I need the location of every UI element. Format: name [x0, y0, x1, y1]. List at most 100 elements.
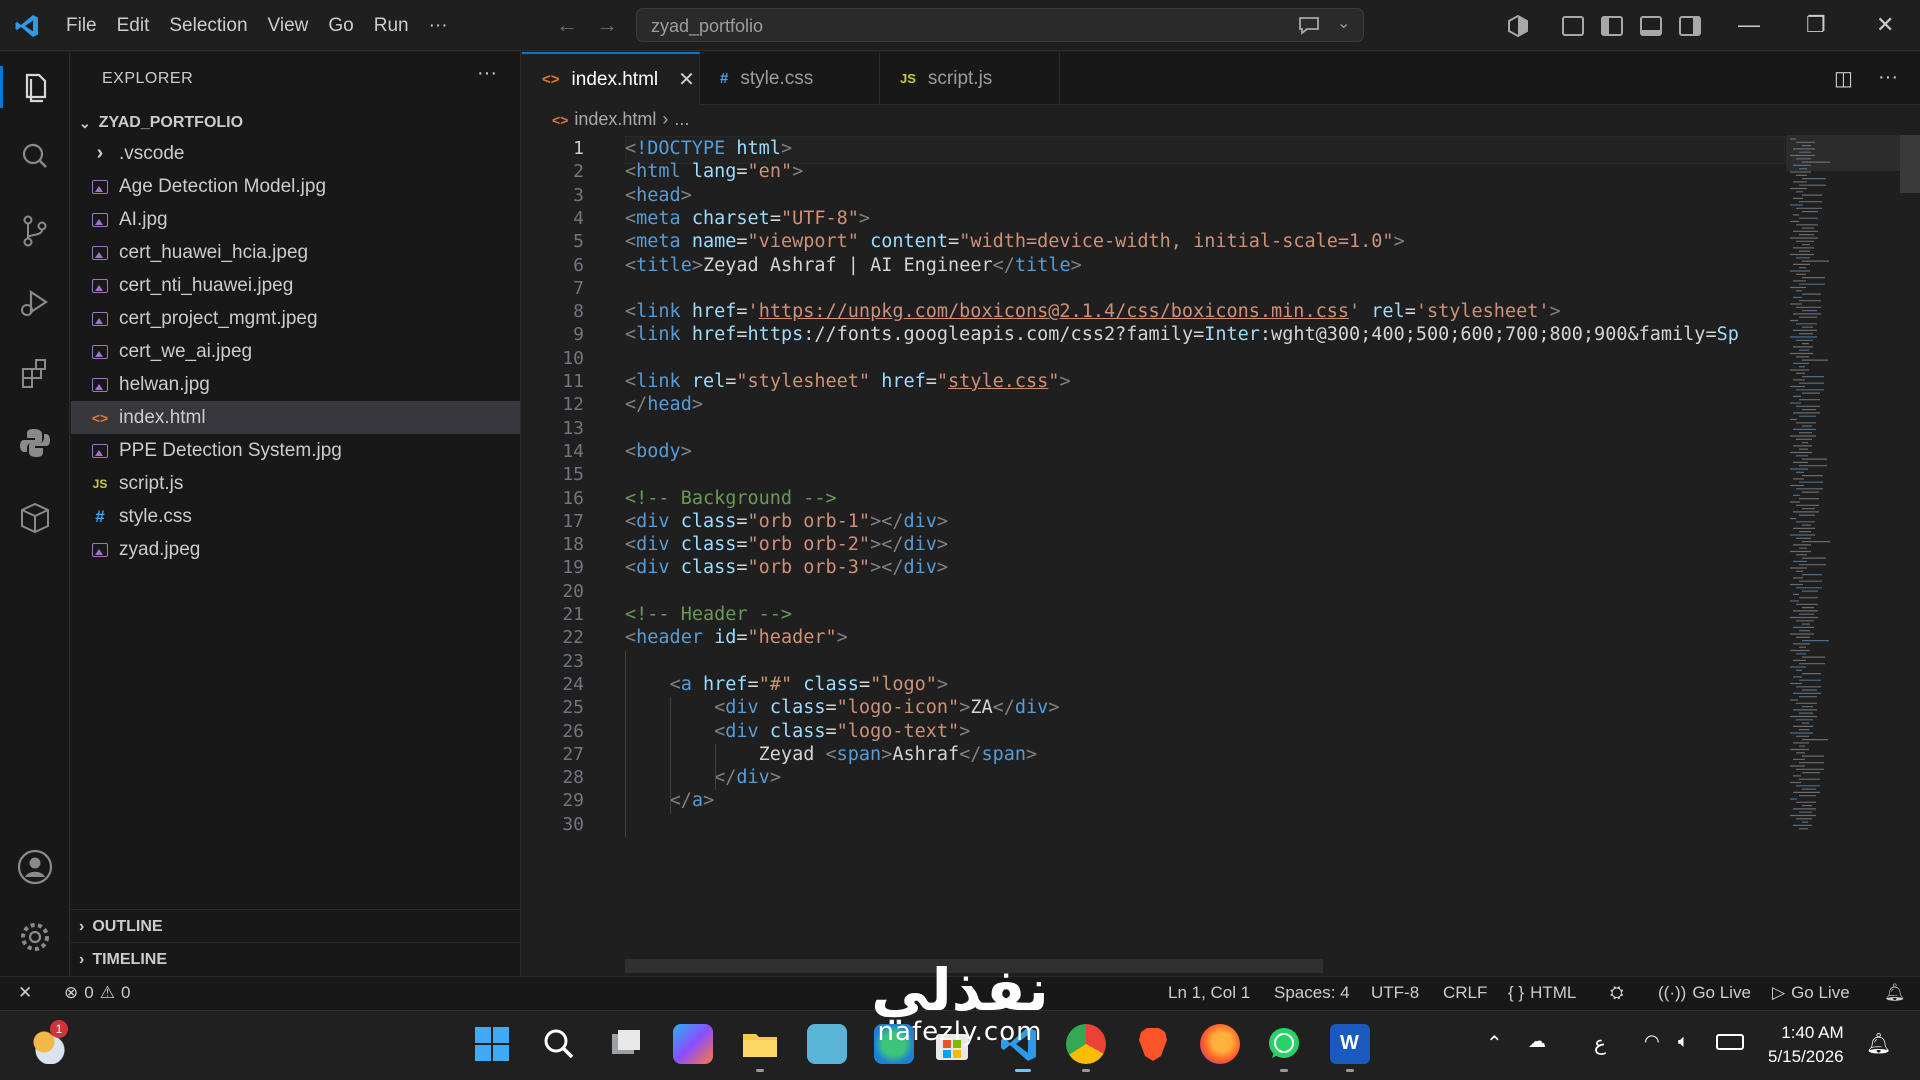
problems-indicator[interactable]: ⊗ 0 ⚠ 0 [64, 983, 130, 1003]
file-item[interactable]: <> index.html [71, 401, 520, 434]
split-editor-icon[interactable]: ◫ [1834, 66, 1853, 91]
volume-icon[interactable]: 🔈︎ [1678, 1031, 1689, 1052]
chat-icon[interactable] [1297, 15, 1323, 35]
battery-icon[interactable] [1716, 1034, 1744, 1050]
image-file-icon [91, 376, 109, 394]
remote-indicator-icon[interactable]: ✕ [18, 983, 32, 1003]
menu-item-more[interactable]: ··· [419, 15, 458, 37]
toggle-primary-sidebar-icon[interactable] [1601, 0, 1623, 51]
file-label: cert_project_mgmt.jpeg [119, 307, 318, 329]
scroll-thumb[interactable] [1900, 135, 1920, 193]
file-item[interactable]: # style.css [71, 500, 520, 533]
line-number: 18 [562, 534, 584, 556]
toggle-secondary-sidebar-icon[interactable] [1679, 0, 1701, 51]
end-of-line[interactable]: CRLF [1443, 983, 1487, 1003]
extensions-icon[interactable] [14, 352, 56, 394]
back-arrow-icon[interactable]: ← [556, 12, 578, 38]
tab-index-html[interactable]: <> index.html ✕ [522, 52, 700, 105]
menu-item-selection[interactable]: Selection [159, 15, 257, 37]
more-actions-icon[interactable]: ··· [477, 62, 497, 85]
brave-app-icon[interactable] [1133, 1024, 1173, 1064]
notification-center-icon[interactable]: 🔔︎ [1866, 1031, 1891, 1056]
notifications-bell-icon[interactable]: 🔔︎ [1884, 983, 1906, 1003]
windows-start-icon[interactable] [472, 1024, 512, 1064]
code-line: <!-- Header --> [625, 604, 793, 625]
tab-style-css[interactable]: # style.css [700, 52, 880, 105]
input-language-indicator[interactable]: ع [1594, 1031, 1606, 1056]
minimize-icon[interactable]: — [1738, 12, 1760, 38]
forward-arrow-icon[interactable]: → [596, 12, 618, 38]
chevron-right-icon: › [79, 918, 85, 935]
copilot-app-icon[interactable] [673, 1024, 713, 1064]
warning-icon: ⚠ [99, 983, 115, 1002]
breadcrumb-rest[interactable]: ... [674, 109, 689, 130]
task-view-icon[interactable] [606, 1024, 646, 1064]
go-live-button-1[interactable]: ((·)) Go Live [1658, 983, 1751, 1003]
menu-item-view[interactable]: View [258, 15, 319, 37]
file-item[interactable]: › .vscode [71, 137, 520, 170]
menu-item-file[interactable]: File [56, 15, 107, 37]
firefox-app-icon[interactable] [1200, 1024, 1240, 1064]
language-mode[interactable]: { } HTML [1508, 983, 1576, 1003]
tab-label: script.js [927, 67, 993, 89]
file-item[interactable]: cert_we_ai.jpeg [71, 335, 520, 368]
customize-layout-icon[interactable] [1562, 0, 1584, 51]
menu-item-edit[interactable]: Edit [107, 15, 160, 37]
remote-explorer-icon[interactable] [14, 496, 56, 538]
outline-section[interactable]: › OUTLINE [79, 912, 163, 942]
chevron-down-icon[interactable]: ⌄ [1337, 13, 1350, 33]
go-live-button-2[interactable]: ▷ Go Live [1772, 983, 1850, 1003]
file-item[interactable]: cert_huawei_hcia.jpeg [71, 236, 520, 269]
minimap[interactable] [1786, 135, 1900, 973]
explorer-icon[interactable] [0, 66, 56, 108]
search-icon[interactable] [539, 1024, 579, 1064]
indentation[interactable]: Spaces: 4 [1274, 983, 1350, 1003]
settings-gear-icon[interactable] [14, 916, 56, 958]
menu-item-go[interactable]: Go [318, 15, 363, 37]
encoding[interactable]: UTF-8 [1371, 983, 1419, 1003]
toggle-panel-icon[interactable] [1640, 0, 1662, 51]
search-icon[interactable] [14, 136, 56, 178]
timeline-section[interactable]: › TIMELINE [79, 945, 167, 975]
taskbar-clock[interactable]: 1:40 AM 5/15/2026 [1768, 1021, 1844, 1069]
file-item[interactable]: helwan.jpg [71, 368, 520, 401]
menu-item-run[interactable]: Run [364, 15, 419, 37]
chrome-app-icon[interactable] [1066, 1024, 1106, 1064]
show-hidden-icons-chevron-icon[interactable]: ⌃ [1486, 1031, 1503, 1056]
code-editor[interactable]: 1 <!DOCTYPE html> 2 <html lang="en"> 3 <head>… [522, 135, 1786, 973]
nav-arrows: ← → [556, 12, 618, 38]
photos-app-icon[interactable] [807, 1024, 847, 1064]
cursor-position[interactable]: Ln 1, Col 1 [1168, 983, 1250, 1003]
more-actions-icon[interactable]: ··· [1878, 66, 1898, 89]
line-number: 3 [573, 184, 584, 206]
restore-icon[interactable]: ❐ [1806, 12, 1826, 38]
file-item[interactable]: Age Detection Model.jpg [71, 170, 520, 203]
close-window-icon[interactable]: ✕ [1876, 12, 1894, 38]
run-debug-icon[interactable] [14, 282, 56, 324]
source-control-icon[interactable] [14, 210, 56, 252]
breadcrumb-file[interactable]: index.html [574, 109, 656, 130]
copilot-status-icon[interactable]: ⛭ [1610, 983, 1624, 1003]
css-file-icon: # [95, 506, 105, 526]
weather-widget-icon[interactable]: 1 [28, 1020, 68, 1064]
file-explorer-icon[interactable] [740, 1024, 780, 1064]
file-item[interactable]: AI.jpg [71, 203, 520, 236]
close-icon[interactable]: ✕ [678, 67, 695, 92]
command-center-search[interactable]: zyad_portfolio ⌄ [636, 8, 1364, 42]
file-item[interactable]: JS script.js [71, 467, 520, 500]
file-item[interactable]: zyad.jpeg [71, 533, 520, 566]
file-item[interactable]: cert_nti_huawei.jpeg [71, 269, 520, 302]
python-icon[interactable] [14, 422, 56, 464]
whatsapp-app-icon[interactable] [1264, 1024, 1304, 1064]
tab-script-js[interactable]: JS script.js [880, 52, 1060, 105]
wifi-icon[interactable]: ◠ [1644, 1031, 1660, 1052]
line-number: 9 [573, 324, 584, 346]
word-app-icon[interactable]: W [1330, 1024, 1370, 1064]
account-icon[interactable] [14, 846, 56, 888]
workspace-folder[interactable]: ⌄ ZYAD_PORTFOLIO [79, 109, 243, 137]
copilot-icon[interactable] [1506, 0, 1530, 51]
file-item[interactable]: cert_project_mgmt.jpeg [71, 302, 520, 335]
vertical-scrollbar[interactable] [1900, 135, 1920, 973]
onedrive-cloud-icon[interactable]: ☁ [1528, 1031, 1546, 1052]
file-item[interactable]: PPE Detection System.jpg [71, 434, 520, 467]
